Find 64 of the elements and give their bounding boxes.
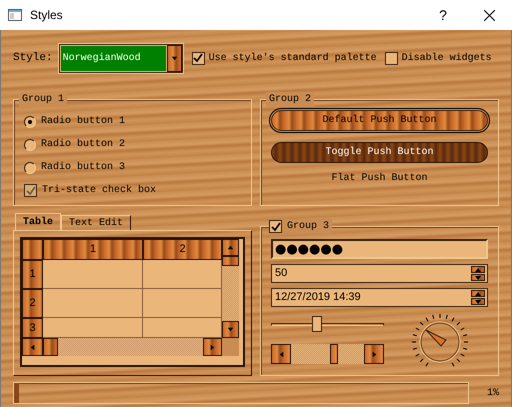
checkbox-label: Tri-state check box [42,184,156,198]
slider-handle[interactable] [312,316,322,332]
arrow-down-icon [475,276,481,280]
arrow-down-icon [170,54,179,62]
checkbox[interactable] [384,52,398,64]
arrow-button[interactable] [22,338,43,356]
column-header: 1 [43,239,143,260]
arrow-button[interactable] [203,338,222,356]
group-title: Group 1 [19,92,68,107]
help-button[interactable]: ? [420,0,466,30]
arrow-down-icon [475,300,481,304]
spin-up-button[interactable] [471,266,485,273]
arrow-up-icon [226,243,235,252]
radio-button[interactable] [24,138,36,150]
radio-label: Radio button 3 [41,160,126,175]
arrow-down-icon [226,325,235,334]
window-title: Styles [30,7,64,24]
arrow-button[interactable] [364,344,384,364]
group-title: Group 2 [266,92,314,107]
arrow-button[interactable] [271,344,291,364]
style-label: Style: [13,50,53,66]
arrow-right-icon [208,342,217,352]
arrow-right-icon [370,350,378,358]
scrollbar-thumb[interactable] [330,344,338,364]
column-header: 2 [143,239,222,260]
scrollbar[interactable] [271,344,384,364]
style-combo-box[interactable]: NorwegianWood [58,42,184,74]
slider[interactable] [271,316,384,332]
tab[interactable]: Text Edit [61,215,132,230]
checkbox[interactable] [192,52,205,64]
scrollbar-thumb[interactable] [222,256,239,266]
tab[interactable]: Table [15,213,62,230]
spin-down-button[interactable] [471,298,485,305]
password-field[interactable]: ●●●●●● [271,239,488,259]
arrow-up-icon [475,268,481,272]
push-button[interactable]: Toggle Push Button [271,142,488,163]
spin-box[interactable]: 12/27/2019 14:39 [271,288,488,307]
close-icon [484,10,494,20]
checkbox-label: Use style's standard palette [208,52,377,66]
arrow-button[interactable] [222,321,239,338]
radio-button[interactable] [24,116,36,128]
scrollbar-thumb[interactable] [43,338,58,356]
checkbox[interactable] [269,220,282,233]
row-header: 1 [22,260,43,289]
arrow-up-icon [475,292,481,296]
checkbox-label: Disable widgets [402,52,492,66]
arrow-button[interactable] [166,44,182,72]
push-button[interactable]: Flat Push Button [271,168,488,189]
spin-up-button[interactable] [471,290,485,297]
group-title: Group 3 [282,219,332,234]
app-icon [8,9,22,21]
row-header: 3 [22,318,43,338]
radio-label: Radio button 2 [41,138,126,152]
radio-label: Radio button 1 [41,114,126,129]
push-button[interactable]: Default Push Button [271,110,488,131]
checkbox[interactable] [24,184,37,197]
row-header: 2 [22,289,43,318]
arrow-button[interactable] [222,239,239,256]
arrow-left-icon [28,342,37,352]
scrollbar-corner [222,338,239,356]
spin-box[interactable]: 50 [271,264,488,283]
radio-button[interactable] [24,162,36,174]
progress-text: 1% [486,386,499,400]
spin-down-button[interactable] [471,274,485,281]
